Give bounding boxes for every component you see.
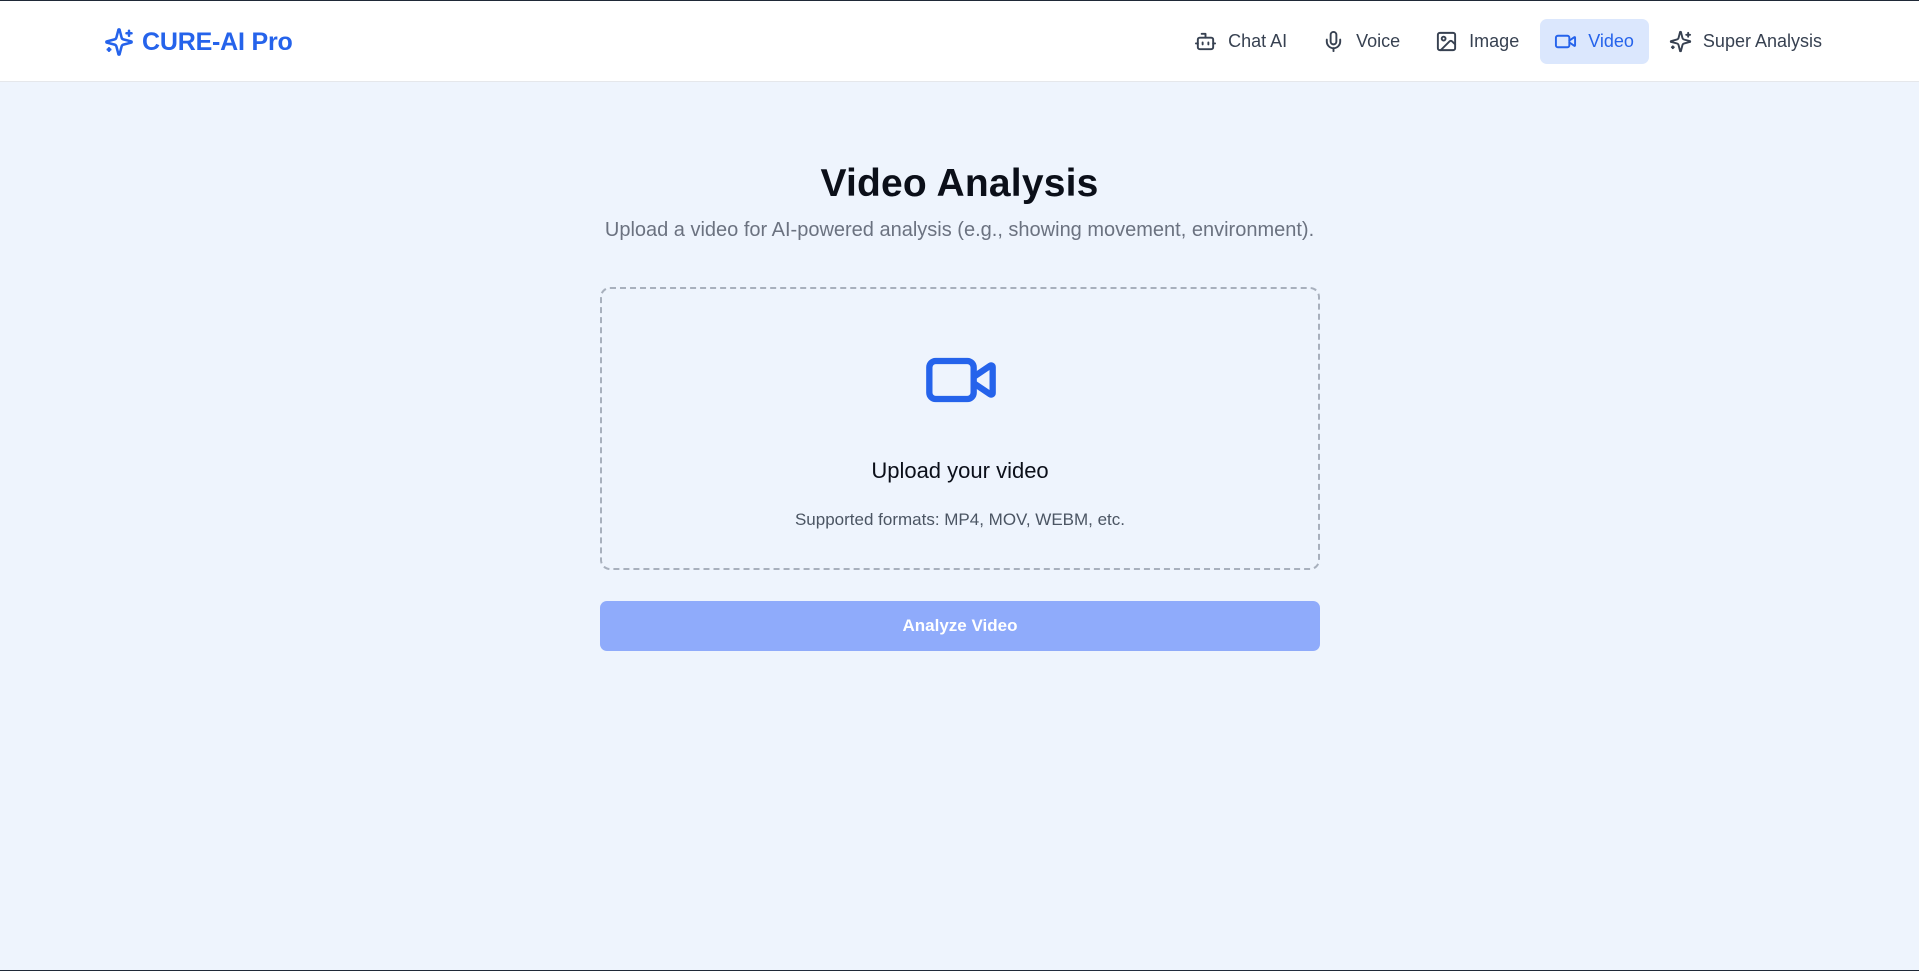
nav-item-image[interactable]: Image <box>1421 19 1534 64</box>
nav-item-label: Chat AI <box>1228 31 1288 51</box>
bot-icon <box>1195 32 1217 51</box>
nav-item-label: Super Analysis <box>1702 31 1822 51</box>
upload-title: Upload your video <box>871 458 1049 483</box>
image-icon <box>1437 31 1457 52</box>
sparkles-icon <box>105 28 133 56</box>
main-nav: Chat AI Voice Image Video Super Analysis <box>1180 19 1837 64</box>
nav-item-label: Image <box>1469 31 1520 51</box>
upload-format-hint: Supported formats: MP4, MOV, WEBM, etc. <box>794 510 1126 529</box>
video-upload-dropzone[interactable]: Upload your video Supported formats: MP4… <box>600 287 1320 570</box>
nav-item-super-analysis[interactable]: Super Analysis <box>1655 19 1837 64</box>
analyze-video-button[interactable]: Analyze Video <box>600 601 1320 651</box>
page-subtitle: Upload a video for AI-powered analysis (… <box>604 219 1315 241</box>
video-camera-icon <box>1555 34 1577 49</box>
brand-logo-link[interactable]: CURE-AI Pro <box>104 23 293 61</box>
microphone-icon <box>1325 30 1342 53</box>
nav-item-video[interactable]: Video <box>1540 19 1649 64</box>
video-camera-icon <box>926 357 996 403</box>
top-navbar: CURE-AI Pro Chat AI Voice Image Video Su… <box>0 1 1919 82</box>
nav-item-label: Voice <box>1356 31 1401 51</box>
page-title: Video Analysis <box>820 162 1099 205</box>
sparkles-icon <box>1669 30 1692 53</box>
nav-item-voice[interactable]: Voice <box>1308 19 1415 64</box>
brand-name: CURE-AI Pro <box>142 27 293 56</box>
nav-item-label: Video <box>1588 31 1634 51</box>
nav-item-chat-ai[interactable]: Chat AI <box>1180 19 1302 64</box>
